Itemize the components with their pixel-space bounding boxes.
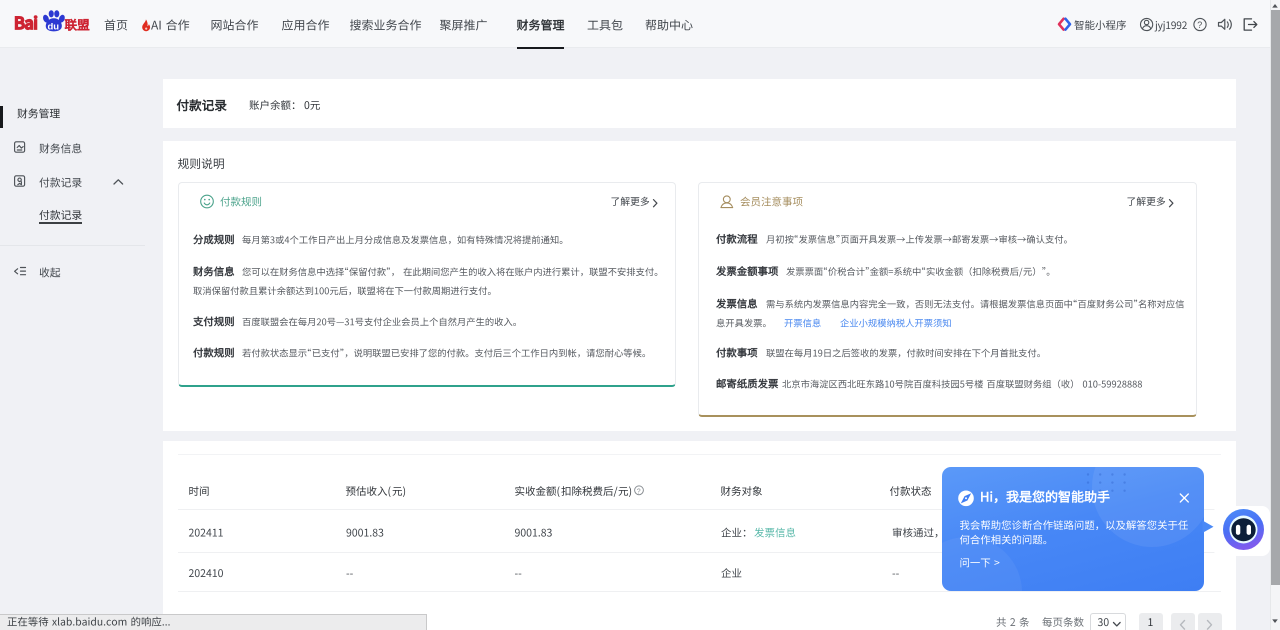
svg-text:?: ? (637, 489, 641, 496)
svg-text:?: ? (1197, 20, 1202, 30)
svg-text:du: du (48, 21, 60, 32)
